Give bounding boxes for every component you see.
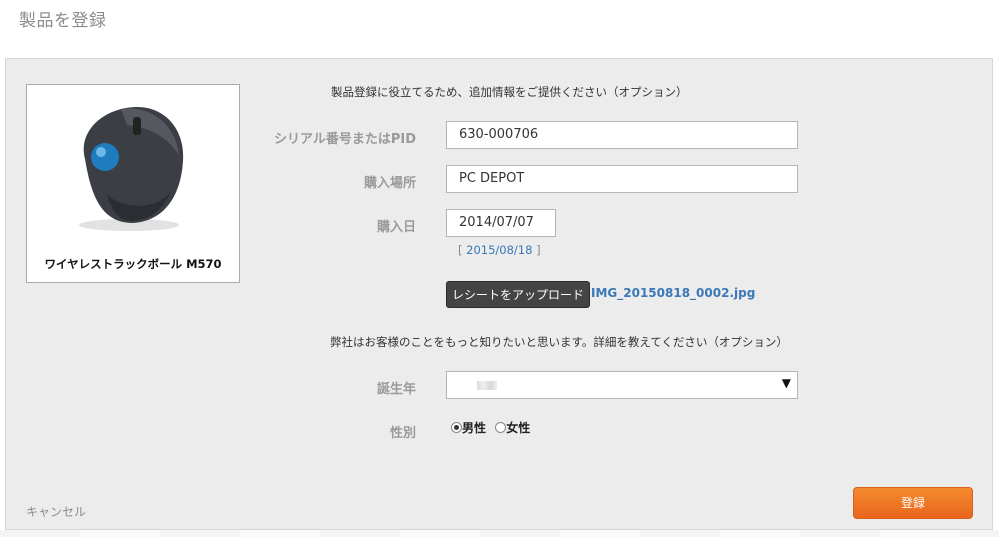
place-label: 購入場所 — [363, 176, 416, 191]
gender-radio-group: 男性 女性 — [451, 419, 535, 436]
dropdown-arrow-icon: ▼ — [781, 376, 791, 390]
radio-female[interactable] — [495, 422, 507, 433]
radio-female-label: 女性 — [506, 421, 531, 435]
birth-year-label: 誕生年 — [376, 382, 416, 397]
optional-info-text: 製品登録に役立てるため、追加情報をご提供ください（オプション） — [331, 85, 688, 99]
product-name: ワイヤレストラックボール M570 — [44, 257, 222, 271]
blurred-value — [477, 381, 497, 390]
profile-info-text: 弊社はお客様のことをもっと知りたいと思います。詳細を教えてください（オプション） — [330, 335, 788, 349]
trackball-mouse-image — [79, 107, 184, 231]
footer-strip — [0, 530, 999, 537]
register-button[interactable]: 登録 — [853, 487, 973, 519]
page-title: 製品を登録 — [19, 11, 107, 31]
serial-input[interactable]: 630-000706 — [446, 121, 798, 149]
birth-year-select[interactable]: ▼ — [446, 371, 798, 399]
product-card: ワイヤレストラックボール M570 — [26, 84, 240, 283]
uploaded-file-link[interactable]: IMG_20150818_0002.jpg — [591, 286, 755, 300]
date-suggestion: [ 2015/08/18 ] — [458, 243, 541, 257]
radio-male[interactable] — [451, 422, 462, 433]
cancel-link[interactable]: キャンセル — [26, 503, 86, 520]
purchase-date-input[interactable]: 2014/07/07 — [446, 209, 556, 237]
radio-male-label: 男性 — [462, 421, 487, 435]
upload-receipt-button[interactable]: レシートをアップロード — [446, 281, 590, 308]
date-label: 購入日 — [376, 220, 416, 235]
serial-label: シリアル番号またはPID — [273, 132, 416, 147]
gender-label: 性別 — [389, 426, 416, 441]
purchase-place-input[interactable]: PC DEPOT — [446, 165, 798, 193]
date-suggestion-link[interactable]: 2015/08/18 — [466, 243, 532, 257]
